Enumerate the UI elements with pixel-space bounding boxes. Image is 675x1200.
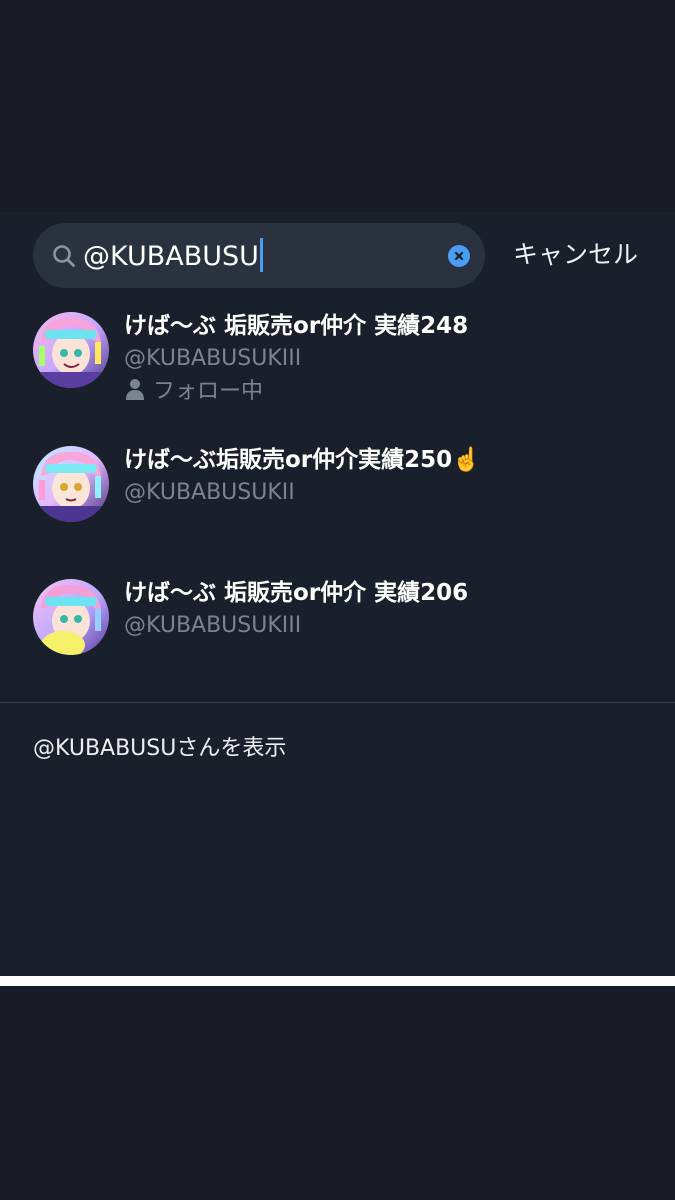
- text-caret: [259, 238, 263, 272]
- avatar: [33, 446, 109, 522]
- person-icon: [126, 379, 144, 400]
- result-handle: @KUBABUSUKII: [124, 480, 295, 505]
- avatar: [33, 312, 109, 388]
- search-result-3[interactable]: けば〜ぶ 垢販売or仲介 実績206 @KUBABUSUKIII: [0, 567, 675, 687]
- divider: [0, 702, 675, 703]
- search-query-text[interactable]: @KUBABUSU: [83, 238, 263, 275]
- avatar: [33, 579, 109, 655]
- result-display-name: けば〜ぶ垢販売or仲介実績250☝️: [124, 447, 481, 473]
- bottom-blank-area: [0, 986, 675, 1200]
- search-result-2[interactable]: けば〜ぶ垢販売or仲介実績250☝️ @KUBABUSUKII: [0, 434, 675, 554]
- result-handle: @KUBABUSUKIII: [124, 346, 302, 371]
- follow-status: フォロー中: [124, 377, 263, 407]
- search-result-1[interactable]: けば〜ぶ 垢販売or仲介 実績248 @KUBABUSUKIII フォロー中: [0, 300, 675, 420]
- result-handle: @KUBABUSUKIII: [124, 613, 302, 638]
- result-display-name: けば〜ぶ 垢販売or仲介 実績248: [124, 313, 469, 339]
- show-user-link[interactable]: @KUBABUSUさんを表示: [33, 733, 286, 765]
- screenshot-seam: [0, 976, 675, 986]
- follow-status-label: フォロー中: [153, 379, 264, 404]
- search-icon: [53, 245, 75, 267]
- top-blank-area: [0, 0, 675, 212]
- cancel-button[interactable]: キャンセル: [513, 236, 638, 274]
- search-input[interactable]: @KUBABUSU: [33, 223, 485, 288]
- clear-search-button[interactable]: [448, 245, 470, 267]
- search-query-value: @KUBABUSU: [83, 241, 259, 272]
- result-display-name: けば〜ぶ 垢販売or仲介 実績206: [124, 580, 469, 606]
- clear-x-icon: [454, 251, 464, 261]
